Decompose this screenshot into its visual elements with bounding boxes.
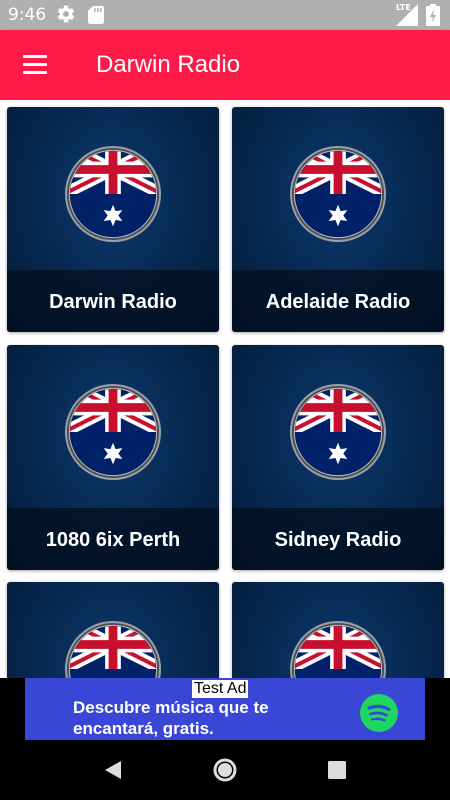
system-nav-bar: [0, 740, 450, 800]
australia-flag-icon: [64, 620, 162, 678]
app-bar: Darwin Radio: [0, 30, 450, 100]
sd-card-icon: [88, 6, 104, 24]
settings-icon: [57, 5, 75, 23]
station-card[interactable]: [232, 582, 444, 678]
station-card[interactable]: 1080 6ix Perth: [7, 345, 219, 570]
recents-icon[interactable]: [324, 757, 350, 783]
home-icon[interactable]: [212, 757, 238, 783]
station-card[interactable]: Darwin Radio: [7, 107, 219, 332]
ad-text: Descubre música que te encantará, gratis…: [73, 698, 269, 738]
status-bar: 9:46 LTE: [0, 0, 450, 30]
station-name: Darwin Radio: [49, 291, 177, 313]
station-name: Sidney Radio: [274, 529, 402, 551]
station-name: Adelaide Radio: [265, 291, 411, 313]
station-name: 1080 6ix Perth: [45, 529, 181, 551]
ad-banner[interactable]: Descubre música que te encantará, gratis…: [0, 678, 450, 740]
network-label: LTE: [396, 3, 411, 12]
australia-flag-icon: [289, 620, 387, 678]
test-ad-badge: Test Ad: [192, 680, 249, 698]
australia-flag-icon: [289, 145, 387, 243]
station-card[interactable]: Adelaide Radio: [232, 107, 444, 332]
back-icon[interactable]: [100, 757, 126, 783]
battery-charging-icon: [426, 4, 440, 26]
australia-flag-icon: [64, 383, 162, 481]
station-card[interactable]: Sidney Radio: [232, 345, 444, 570]
hamburger-menu-icon[interactable]: [18, 52, 52, 78]
status-time: 9:46: [8, 5, 47, 25]
page-title: Darwin Radio: [96, 51, 241, 78]
australia-flag-icon: [289, 383, 387, 481]
australia-flag-icon: [64, 145, 162, 243]
station-grid: Darwin Radio Adelaide Radio 1080 6ix Per…: [0, 100, 450, 678]
spotify-icon: [360, 694, 398, 732]
station-card[interactable]: [7, 582, 219, 678]
